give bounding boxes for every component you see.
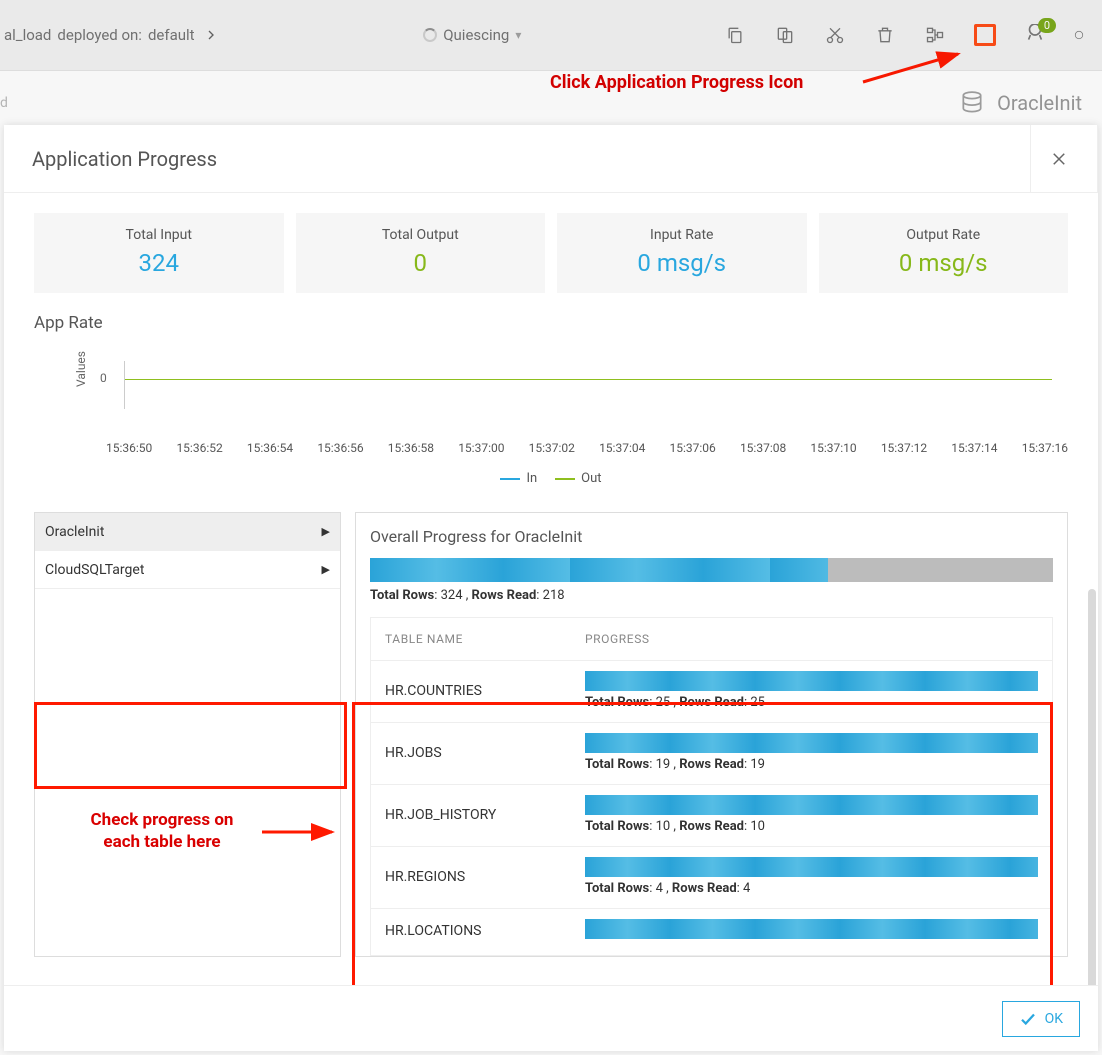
stat-label: Output Rate — [829, 227, 1059, 243]
modal-header: Application Progress — [4, 125, 1098, 193]
chart-x-tick: 15:36:54 — [247, 441, 293, 455]
chart-x-tick: 15:36:56 — [317, 441, 363, 455]
chart-x-ticks: 15:36:50 15:36:52 15:36:54 15:36:56 15:36:58… — [106, 441, 1068, 455]
chart-x-tick: 15:36:50 — [106, 441, 152, 455]
caret-right-icon: ▶ — [322, 563, 330, 576]
modal-body: Total Input 324 Total Output 0 Input Rat… — [4, 193, 1098, 985]
stat-value: 0 msg/s — [829, 249, 1059, 277]
app-rate-chart: Values 0 15:36:5015:36:5215:36:5415:36:5… — [34, 347, 1068, 502]
chart-x-tick: 15:36:52 — [176, 441, 222, 455]
table-header: TABLE NAME PROGRESS — [371, 618, 1052, 660]
chart-x-tick: 15:36:58 — [388, 441, 434, 455]
stat-value: 0 msg/s — [567, 249, 797, 277]
overall-progress-fill — [370, 558, 828, 582]
close-icon[interactable] — [1049, 149, 1069, 169]
stat-total-output: Total Output 0 — [296, 213, 546, 293]
col-progress: PROGRESS — [585, 632, 650, 646]
component-item-label: OracleInit — [45, 524, 104, 540]
modal-title: Application Progress — [32, 147, 217, 171]
component-item-label: CloudSQLTarget — [45, 562, 144, 578]
chart-y-axis-label: Values — [74, 351, 88, 387]
modal-footer: OK — [4, 985, 1098, 1051]
progress-panel-title: Overall Progress for OracleInit — [370, 527, 1053, 546]
chart-x-tick: 15:37:10 — [810, 441, 856, 455]
progress-bar — [585, 671, 1038, 691]
chart-x-tick: 15:37:04 — [599, 441, 645, 455]
annotation-check-progress: Check progress on each table here — [62, 809, 262, 853]
component-item-oracleinit[interactable]: OracleInit ▶ — [35, 513, 340, 551]
stat-value: 324 — [44, 249, 274, 277]
chart-title: App Rate — [34, 313, 1068, 333]
chart-x-tick: 15:37:08 — [740, 441, 786, 455]
col-table-name: TABLE NAME — [385, 632, 585, 646]
scrollbar[interactable] — [1088, 589, 1096, 985]
stats-row: Total Input 324 Total Output 0 Input Rat… — [34, 213, 1068, 293]
ok-button[interactable]: OK — [1002, 1001, 1080, 1037]
component-item-cloudsqltarget[interactable]: CloudSQLTarget ▶ — [35, 551, 340, 589]
annotation-box-left — [34, 702, 347, 789]
divider — [1030, 125, 1031, 192]
chart-x-tick: 15:37:02 — [529, 441, 575, 455]
overall-progress-text: Total Rows: 324 , Rows Read: 218 — [370, 588, 1053, 603]
stat-value: 0 — [306, 249, 536, 277]
chart-plot-area — [124, 361, 1052, 409]
annotation-arrow-left — [260, 821, 340, 843]
chart-x-tick: 15:37:14 — [951, 441, 997, 455]
table-name-cell: HR.COUNTRIES — [385, 683, 585, 699]
stat-output-rate: Output Rate 0 msg/s — [819, 213, 1069, 293]
stat-total-input: Total Input 324 — [34, 213, 284, 293]
chart-x-tick: 15:37:00 — [458, 441, 504, 455]
application-progress-modal: Application Progress Total Input 324 Tot… — [4, 125, 1098, 1051]
ok-button-label: OK — [1045, 1011, 1063, 1027]
chart-x-tick: 15:37:12 — [881, 441, 927, 455]
chart-x-tick: 15:37:16 — [1022, 441, 1068, 455]
chart-legend: In Out — [34, 471, 1068, 486]
check-icon — [1019, 1010, 1037, 1028]
stat-label: Input Rate — [567, 227, 797, 243]
legend-in: In — [500, 471, 537, 486]
chart-line — [125, 379, 1052, 380]
stat-label: Total Input — [44, 227, 274, 243]
legend-out: Out — [555, 471, 601, 486]
overall-progress-bar — [370, 558, 1053, 582]
stat-input-rate: Input Rate 0 msg/s — [557, 213, 807, 293]
annotation-box-right — [352, 702, 1053, 985]
chart-y-tick: 0 — [100, 371, 107, 385]
caret-right-icon: ▶ — [322, 525, 330, 538]
stat-label: Total Output — [306, 227, 536, 243]
chart-x-tick: 15:37:06 — [670, 441, 716, 455]
